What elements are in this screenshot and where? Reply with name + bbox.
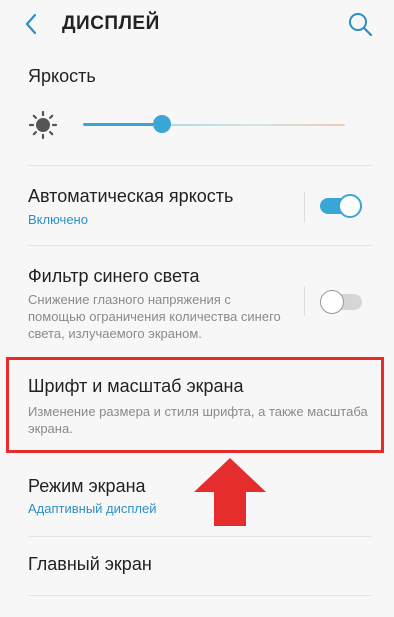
vertical-separator [304,286,305,316]
page-title: ДИСПЛЕЙ [62,13,160,34]
toggle-knob [338,194,362,218]
arrow-up-icon [194,458,266,526]
highlight-box [6,357,384,453]
item-title: Автоматическая яркость [28,186,234,206]
vertical-separator [304,192,305,222]
divider [28,595,372,596]
divider [28,536,372,537]
toggle-knob [320,290,344,314]
search-icon [349,13,373,37]
home-screen-item[interactable]: Главный экран [0,548,394,588]
auto-brightness-item[interactable]: Автоматическая яркость Включено [0,180,394,240]
brightness-control [28,108,358,142]
back-button[interactable] [18,10,46,38]
item-title: Главный экран [28,554,152,574]
search-button[interactable] [346,10,374,38]
blue-light-filter-toggle[interactable] [320,290,362,314]
divider [28,245,372,246]
item-subtitle: Включено [28,212,88,227]
app-header: ДИСПЛЕЙ [0,0,394,48]
item-title: Режим экрана [28,476,146,496]
brightness-label: Яркость [28,66,96,86]
item-title: Фильтр синего света [28,266,200,286]
divider [28,165,372,166]
blue-light-filter-item[interactable]: Фильтр синего света Снижение глазного на… [0,258,394,348]
auto-brightness-toggle[interactable] [320,194,362,218]
slider-fill [83,123,162,126]
brightness-slider[interactable] [83,108,345,142]
item-subtitle: Снижение глазного напряжения с помощью о… [28,292,281,341]
slider-thumb[interactable] [153,115,171,133]
slider-track [162,124,345,126]
chevron-left-icon [25,13,37,35]
sun-icon [28,110,58,140]
item-subtitle: Адаптивный дисплей [28,501,157,516]
